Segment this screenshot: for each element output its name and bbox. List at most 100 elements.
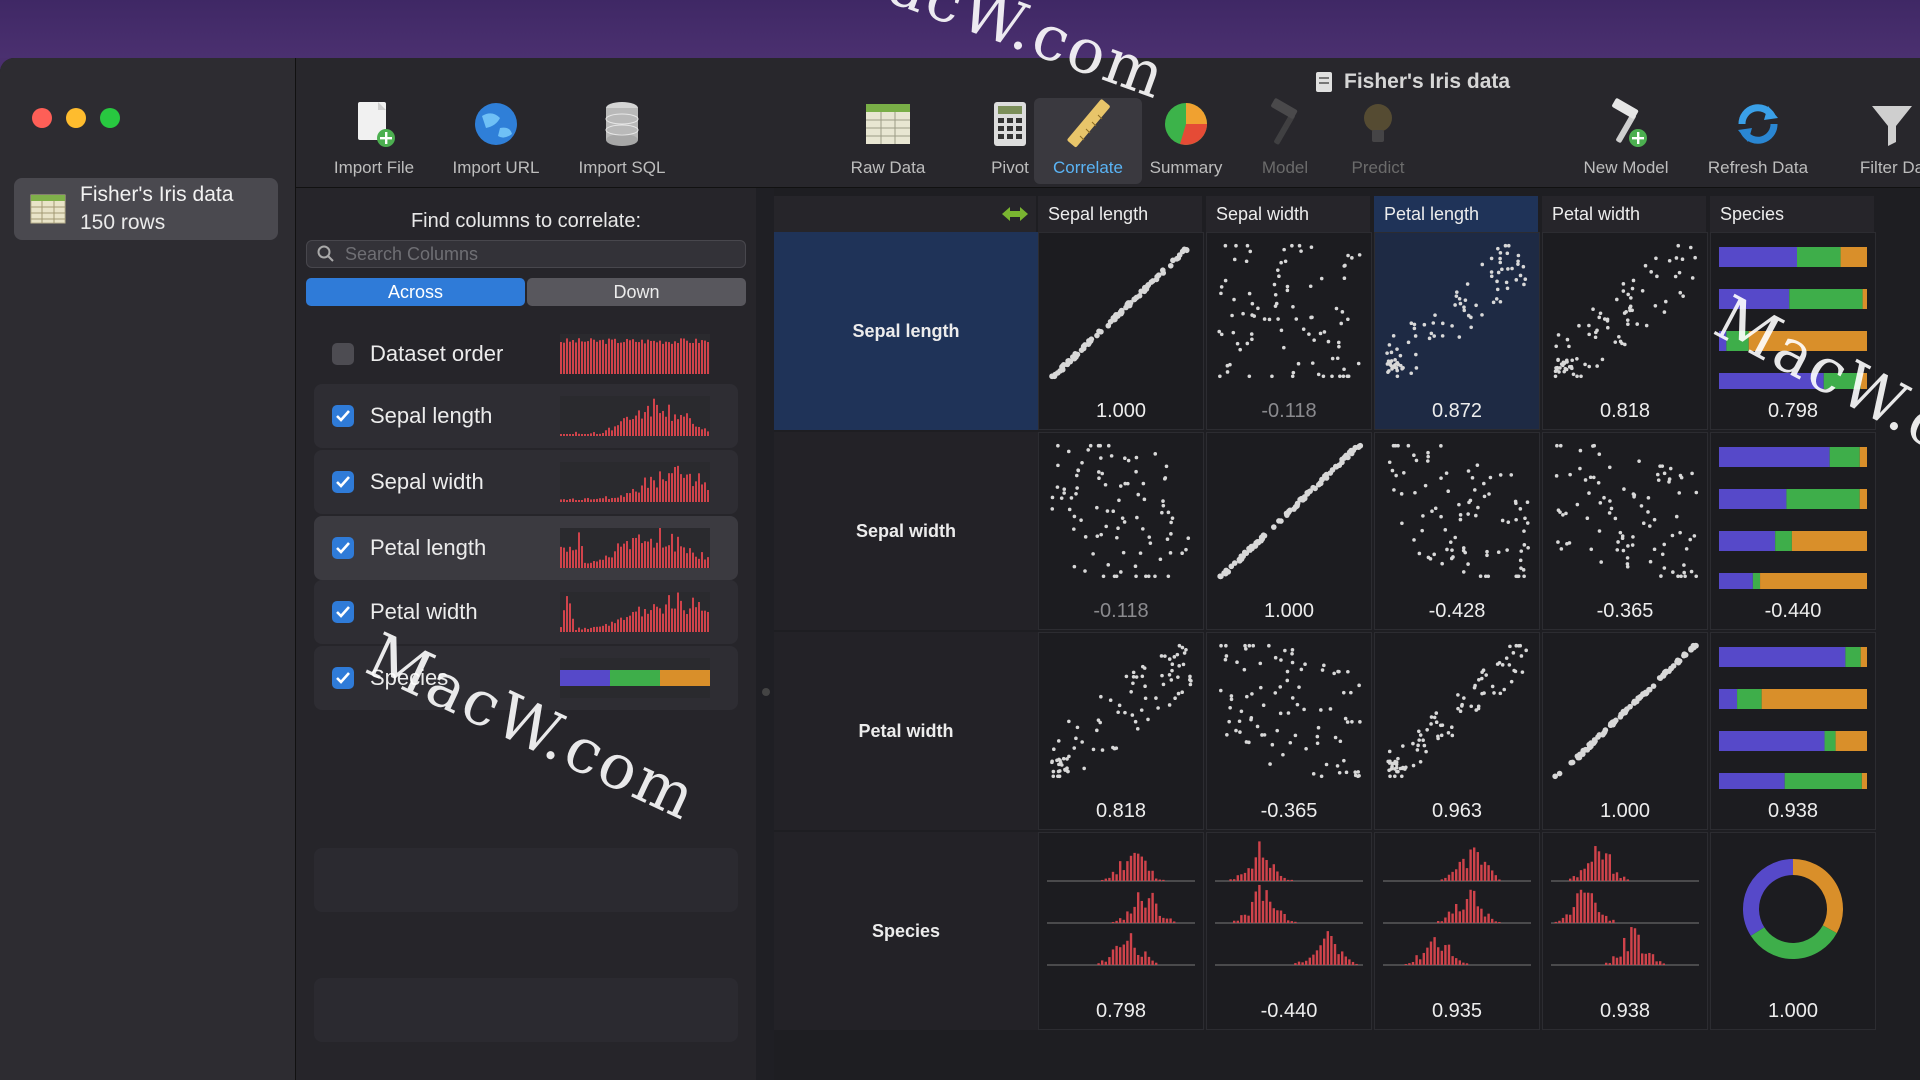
histogram-bar [1440, 879, 1443, 881]
correlation-cell[interactable]: -0.440 [1710, 432, 1876, 630]
scatter-point [1595, 364, 1599, 368]
histogram-bar [641, 339, 643, 374]
column-header[interactable]: Petal length [1374, 196, 1538, 232]
histogram-bar [1137, 853, 1140, 881]
across-button[interactable]: Across [306, 278, 525, 306]
column-label: Petal width [370, 599, 478, 624]
histogram-bar [1440, 921, 1443, 923]
scatter-point [1600, 357, 1605, 362]
import-url-button[interactable]: Import URL [436, 98, 556, 178]
scatter-point [1343, 453, 1349, 459]
predict-button[interactable]: Predict [1318, 98, 1438, 178]
scatter-point [1393, 443, 1398, 448]
import-file-button[interactable]: Import File [314, 98, 434, 178]
row-header[interactable]: Sepal length [774, 232, 1038, 430]
histogram-bar [1258, 841, 1261, 881]
scatter-plot [1387, 443, 1530, 579]
column-checkbox[interactable] [332, 343, 354, 365]
scatter-point [1522, 574, 1526, 579]
column-row[interactable]: Petal length [314, 516, 738, 580]
scatter-point [1099, 456, 1103, 460]
scatter-point [1445, 547, 1449, 552]
species-segment [1761, 689, 1867, 709]
search-field[interactable]: Search Columns [306, 240, 746, 268]
column-row[interactable]: Species [314, 646, 738, 710]
correlation-cell[interactable]: -0.428 [1374, 432, 1540, 630]
column-row[interactable]: Sepal width [314, 450, 738, 514]
scatter-point [1288, 740, 1293, 745]
correlation-cell[interactable]: -0.365 [1542, 432, 1708, 630]
column-checkbox[interactable] [332, 601, 354, 623]
histogram-bar [680, 600, 682, 632]
new-model-button[interactable]: New Model [1566, 98, 1686, 178]
correlation-cell[interactable]: 1.000 [1542, 632, 1708, 830]
correlation-cell[interactable]: 0.798 [1038, 832, 1204, 1030]
correlation-cell[interactable]: -0.118 [1038, 432, 1204, 630]
column-row[interactable]: Sepal length [314, 384, 738, 448]
histogram-bar [563, 547, 565, 568]
splitter-handle[interactable] [762, 688, 770, 696]
column-row[interactable]: Dataset order [314, 322, 738, 386]
correlation-cell[interactable]: -0.440 [1206, 832, 1372, 1030]
column-header[interactable]: Sepal width [1206, 196, 1370, 232]
histogram-bar [620, 342, 622, 374]
scatter-point [1072, 514, 1077, 519]
column-checkbox[interactable] [332, 537, 354, 559]
row-header[interactable]: Sepal width [774, 432, 1038, 630]
import-sql-button[interactable]: Import SQL [562, 98, 682, 178]
search-input[interactable]: Search Columns [345, 244, 478, 265]
filter-data-button[interactable]: Filter Da [1832, 98, 1920, 178]
correlation-cell[interactable]: -0.365 [1206, 632, 1372, 830]
column-header[interactable]: Species [1710, 196, 1874, 232]
dataset-item[interactable]: Fisher's Iris data 150 rows [14, 178, 278, 240]
species-histograms [1215, 841, 1363, 966]
scatter-point [1575, 356, 1579, 361]
row-header[interactable]: Species [774, 832, 1038, 1030]
scatter-point [1109, 454, 1114, 458]
histogram-bar [1437, 947, 1440, 965]
correlation-cell[interactable]: -0.118 [1206, 232, 1372, 430]
close-button[interactable] [32, 108, 52, 128]
column-header[interactable]: Petal width [1542, 196, 1706, 232]
correlation-cell[interactable]: 0.938 [1542, 832, 1708, 1030]
scatter-point [1575, 754, 1582, 761]
histogram-bar [629, 419, 631, 436]
histogram-bar [692, 597, 694, 632]
scatter-point [1056, 443, 1060, 448]
correlation-cell[interactable]: 0.818 [1038, 632, 1204, 830]
down-button[interactable]: Down [527, 278, 746, 306]
swap-axes-button[interactable] [774, 196, 1036, 232]
correlation-cell[interactable]: 0.935 [1374, 832, 1540, 1030]
histogram-bar [1444, 877, 1447, 881]
correlation-cell[interactable]: 1.000 [1710, 832, 1876, 1030]
raw-data-button[interactable]: Raw Data [828, 98, 948, 178]
correlation-cell[interactable]: 0.798 [1710, 232, 1876, 430]
scatter-point [1520, 670, 1525, 674]
column-header[interactable]: Sepal length [1038, 196, 1202, 232]
scatter-point [1427, 336, 1432, 341]
histogram-bar [1122, 870, 1125, 881]
scatter-point [1340, 310, 1345, 314]
zoom-button[interactable] [100, 108, 120, 128]
donut-segment [1743, 859, 1794, 936]
correlation-cell[interactable]: 0.818 [1542, 232, 1708, 430]
correlation-cell[interactable]: 0.963 [1374, 632, 1540, 830]
correlation-cell[interactable]: 0.938 [1710, 632, 1876, 830]
scatter-point [1260, 532, 1267, 539]
column-checkbox[interactable] [332, 667, 354, 689]
correlation-cell[interactable]: 0.872 [1374, 232, 1540, 430]
scatter-point [1229, 697, 1234, 702]
scatter-point [1248, 249, 1253, 254]
correlation-cell[interactable]: 1.000 [1206, 432, 1372, 630]
minimize-button[interactable] [66, 108, 86, 128]
scatter-point [1184, 647, 1188, 652]
column-checkbox[interactable] [332, 405, 354, 427]
histogram-bar [1462, 858, 1465, 881]
column-row[interactable]: Petal width [314, 580, 738, 644]
row-header[interactable]: Petal width [774, 632, 1038, 830]
column-checkbox[interactable] [332, 471, 354, 493]
refresh-data-button[interactable]: Refresh Data [1698, 98, 1818, 178]
scatter-point [1245, 341, 1250, 346]
pie-chart-icon [1165, 103, 1207, 145]
correlation-cell[interactable]: 1.000 [1038, 232, 1204, 430]
